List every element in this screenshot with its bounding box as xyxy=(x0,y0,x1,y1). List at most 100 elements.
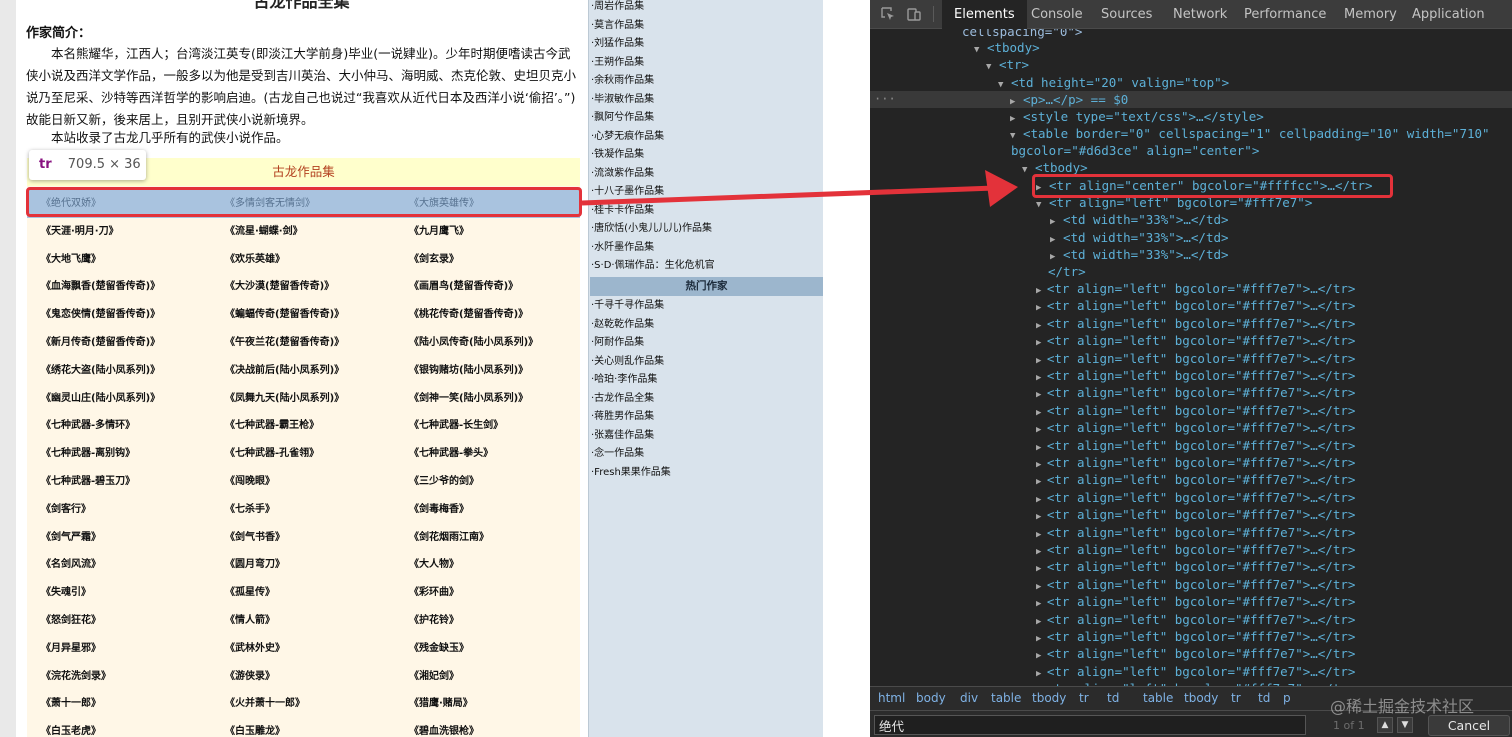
work-link[interactable]: 《桃花传奇(楚留香传奇)》 xyxy=(395,301,579,329)
tree-line-row[interactable]: ▶ <tr align="left" bgcolor="#fff7e7">…</… xyxy=(870,524,1512,541)
tree-line-row[interactable]: ▶ <tr align="left" bgcolor="#fff7e7">…</… xyxy=(870,315,1512,332)
sidebar-author-link[interactable]: ·流潋紫作品集 xyxy=(591,165,654,183)
breadcrumb-item[interactable]: body xyxy=(916,691,946,705)
work-link[interactable]: 《护花铃》 xyxy=(395,607,579,635)
sidebar-author-link[interactable]: ·飘阿兮作品集 xyxy=(591,109,654,127)
tree-line-row[interactable]: ▶ <tr align="left" bgcolor="#fff7e7">…</… xyxy=(870,628,1512,645)
work-link[interactable]: 《白玉雕龙》 xyxy=(211,718,395,737)
work-link[interactable]: 《七种武器-拳头》 xyxy=(395,440,579,468)
work-link[interactable]: 《午夜兰花(楚留香传奇)》 xyxy=(211,329,395,357)
work-link[interactable]: 《孤星传》 xyxy=(211,579,395,607)
work-link[interactable]: 《新月传奇(楚留香传奇)》 xyxy=(27,329,211,357)
work-link[interactable]: 《血海飘香(楚留香传奇)》 xyxy=(27,273,211,301)
tree-line-row[interactable]: ▶ <tr align="left" bgcolor="#fff7e7">…</… xyxy=(870,419,1512,436)
tree-line[interactable]: ▼ <tr> xyxy=(870,56,1512,73)
work-link[interactable]: 《七杀手》 xyxy=(211,496,395,524)
sidebar-hot-link[interactable]: ·蒋胜男作品集 xyxy=(591,408,654,426)
search-next-button[interactable]: ▼ xyxy=(1397,717,1413,733)
sidebar-author-link[interactable]: ·水阡墨作品集 xyxy=(591,239,654,257)
tab-sources[interactable]: Sources xyxy=(1101,0,1152,29)
work-link[interactable]: 《鬼恋侠情(楚留香传奇)》 xyxy=(27,301,211,329)
tree-line-row[interactable]: ▶ <tr align="left" bgcolor="#fff7e7">…</… xyxy=(870,350,1512,367)
breadcrumb-item[interactable]: p xyxy=(1283,691,1291,705)
tree-line-row[interactable]: ▶ <tr align="left" bgcolor="#fff7e7">…</… xyxy=(870,558,1512,575)
sidebar-author-link[interactable]: ·唐欣恬(小鬼儿儿儿)作品集 xyxy=(591,220,712,238)
sidebar-author-link[interactable]: ·毕淑敏作品集 xyxy=(591,91,654,109)
work-link[interactable]: 《七种武器-碧玉刀》 xyxy=(27,468,211,496)
tree-line[interactable]: ▼ <table border="0" cellspacing="1" cell… xyxy=(870,125,1512,142)
tree-line-row[interactable]: ▶ <tr align="left" bgcolor="#fff7e7">…</… xyxy=(870,384,1512,401)
tab-console[interactable]: Console xyxy=(1031,0,1083,29)
tree-line-row[interactable]: ▶ <tr align="left" bgcolor="#fff7e7">…</… xyxy=(870,593,1512,610)
tree-line-row[interactable]: ▶ <tr align="left" bgcolor="#fff7e7">…</… xyxy=(870,297,1512,314)
work-link[interactable]: 《七种武器-离别钩》 xyxy=(27,440,211,468)
work-link[interactable]: 《决战前后(陆小凤系列)》 xyxy=(211,357,395,385)
tab-elements[interactable]: Elements xyxy=(942,0,1027,29)
tree-line-row[interactable]: ▶ <tr align="left" bgcolor="#fff7e7">…</… xyxy=(870,280,1512,297)
search-prev-button[interactable]: ▲ xyxy=(1377,717,1393,733)
work-link[interactable]: 《剑毒梅香》 xyxy=(395,496,579,524)
tab-performance[interactable]: Performance xyxy=(1244,0,1326,29)
work-link[interactable]: 《名剑风流》 xyxy=(27,551,211,579)
work-link[interactable]: 《大沙漠(楚留香传奇)》 xyxy=(211,273,395,301)
breadcrumb-item[interactable]: table xyxy=(1143,691,1173,705)
inspect-element-icon[interactable] xyxy=(880,6,896,22)
work-link[interactable]: 《九月鹰飞》 xyxy=(395,218,579,246)
work-link[interactable]: 《情人箭》 xyxy=(211,607,395,635)
work-link[interactable]: 《白玉老虎》 xyxy=(27,718,211,737)
breadcrumb-item[interactable]: html xyxy=(878,691,905,705)
tree-line[interactable]: ▶ <style type="text/css">…</style> xyxy=(870,108,1512,125)
breadcrumb-item[interactable]: tbody xyxy=(1184,691,1218,705)
sidebar-author-link[interactable]: ·余秋雨作品集 xyxy=(591,72,654,90)
work-link[interactable]: 《浣花洗剑录》 xyxy=(27,663,211,691)
work-link[interactable]: 《七种武器-长生剑》 xyxy=(395,412,579,440)
work-link[interactable]: 《火并萧十一郎》 xyxy=(211,690,395,718)
tree-line[interactable]: bgcolor="#d6d3ce" align="center"> xyxy=(870,142,1512,159)
sidebar-author-link[interactable]: ·王朔作品集 xyxy=(591,54,644,72)
work-link[interactable]: 《失魂引》 xyxy=(27,579,211,607)
tree-line-row[interactable]: ▶ <tr align="left" bgcolor="#fff7e7">…</… xyxy=(870,454,1512,471)
sidebar-author-link[interactable]: ·周岩作品集 xyxy=(591,0,644,16)
work-link[interactable]: 《剑花烟雨江南》 xyxy=(395,524,579,552)
breadcrumb-item[interactable]: tr xyxy=(1079,691,1089,705)
work-link[interactable]: 《游侠录》 xyxy=(211,663,395,691)
tree-line[interactable]: ▶ <td width="33%">…</td> xyxy=(870,211,1512,228)
work-link[interactable]: 《七种武器-霸王枪》 xyxy=(211,412,395,440)
tree-line-row[interactable]: ▶ <tr align="left" bgcolor="#fff7e7">…</… xyxy=(870,332,1512,349)
sidebar-author-link[interactable]: ·十八子墨作品集 xyxy=(591,183,664,201)
search-input[interactable] xyxy=(874,715,1306,735)
work-link[interactable]: 《闯晚眼》 xyxy=(211,468,395,496)
work-link[interactable]: 《凤舞九天(陆小凤系列)》 xyxy=(211,385,395,413)
work-link[interactable]: 《流星·蝴蝶·剑》 xyxy=(211,218,395,246)
tree-line[interactable]: ▶ <td width="33%">…</td> xyxy=(870,246,1512,263)
sidebar-author-link[interactable]: ·心梦无痕作品集 xyxy=(591,128,664,146)
tab-memory[interactable]: Memory xyxy=(1344,0,1397,29)
work-link[interactable]: 《剑客行》 xyxy=(27,496,211,524)
elements-tree[interactable]: cellspacing="0"> ▼ <tbody> ▼ <tr> ▼ <td … xyxy=(870,29,1512,686)
work-link[interactable]: 《蝙蝠传奇(楚留香传奇)》 xyxy=(211,301,395,329)
breadcrumb-item[interactable]: tbody xyxy=(1032,691,1066,705)
tree-line-row[interactable]: ▶ <tr align="left" bgcolor="#fff7e7">…</… xyxy=(870,402,1512,419)
sidebar-author-link[interactable]: ·莫言作品集 xyxy=(591,17,644,35)
sidebar-author-link[interactable]: ·桂卡卡作品集 xyxy=(591,202,654,220)
sidebar-hot-link[interactable]: ·赵乾乾作品集 xyxy=(591,316,654,334)
sidebar-hot-link[interactable]: ·千寻千寻作品集 xyxy=(591,297,664,315)
breadcrumb-item[interactable]: div xyxy=(960,691,978,705)
work-link[interactable]: 《天涯·明月·刀》 xyxy=(27,218,211,246)
tree-line-row[interactable]: ▶ <tr align="left" bgcolor="#fff7e7">…</… xyxy=(870,471,1512,488)
sidebar-hot-link[interactable]: ·阿耐作品集 xyxy=(591,334,644,352)
sidebar-hot-link[interactable]: ·哈珀·李作品集 xyxy=(591,371,657,389)
work-link[interactable]: 《欢乐英雄》 xyxy=(211,246,395,274)
tree-line[interactable]: ▼ <td height="20" valign="top"> xyxy=(870,74,1512,91)
work-link[interactable]: 《陆小凤传奇(陆小凤系列)》 xyxy=(395,329,579,357)
tree-line-row[interactable]: ▶ <tr align="left" bgcolor="#fff7e7">…</… xyxy=(870,367,1512,384)
work-link[interactable]: 《三少爷的剑》 xyxy=(395,468,579,496)
work-link[interactable]: 《剑气书香》 xyxy=(211,524,395,552)
work-link[interactable]: 《绣花大盗(陆小凤系列)》 xyxy=(27,357,211,385)
breadcrumb-item[interactable]: table xyxy=(991,691,1021,705)
cancel-button[interactable]: Cancel xyxy=(1428,715,1510,736)
sidebar-author-link[interactable]: ·铁凝作品集 xyxy=(591,146,644,164)
work-link[interactable]: 《画眉鸟(楚留香传奇)》 xyxy=(395,273,579,301)
work-link[interactable]: 《七种武器-孔雀翎》 xyxy=(211,440,395,468)
work-link[interactable]: 《剑气严霜》 xyxy=(27,524,211,552)
